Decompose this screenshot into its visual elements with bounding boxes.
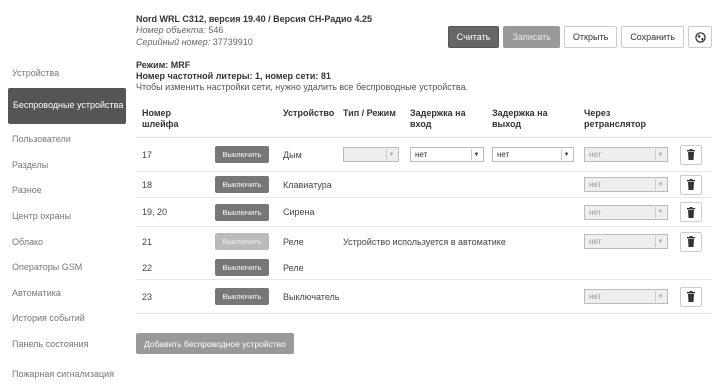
read-button[interactable]: Считать xyxy=(447,26,500,48)
sidebar-item-status-panel[interactable]: Панель состояния xyxy=(8,331,126,357)
network-mode-info: Режим: MRF Номер частотной литеры: 1, но… xyxy=(136,60,468,93)
trash-icon xyxy=(687,179,695,190)
open-button[interactable]: Открыть xyxy=(563,26,618,48)
col-device: Устройство xyxy=(283,108,335,118)
chevron-down-icon: ▼ xyxy=(471,149,481,160)
network-line: Номер частотной литеры: 1, номер сети: 8… xyxy=(136,71,331,81)
delete-button[interactable] xyxy=(680,231,702,252)
mode-line: Режим: MRF xyxy=(136,60,191,70)
table-row: 22 Выключить Реле xyxy=(136,256,712,280)
object-number-label: Номер объекта: xyxy=(136,25,206,35)
sidebar: Устройства Беспроводные устройства Польз… xyxy=(8,60,126,387)
col-type: Тип / Режим xyxy=(343,108,396,118)
disable-button[interactable]: Выключить xyxy=(215,146,269,163)
table-row: 23 Выключить Выключатель нет ▼ xyxy=(136,280,712,314)
delete-button[interactable] xyxy=(680,202,702,222)
trash-icon xyxy=(687,236,695,247)
serial-number-label: Серийный номер: xyxy=(136,37,211,47)
chevron-down-icon: ▼ xyxy=(655,149,665,160)
repeater-select[interactable]: нет ▼ xyxy=(584,204,668,220)
trash-icon xyxy=(687,206,695,218)
add-wireless-device-button[interactable]: Добавить беспроводное устройство xyxy=(136,333,294,354)
object-number-value: 546 xyxy=(208,25,224,35)
sidebar-item-wireless-devices[interactable]: Беспроводные устройства xyxy=(8,87,126,124)
table-row: 17 Выключить Дым ▼ нет ▼ нет ▼ нет ▼ xyxy=(136,138,712,172)
device-name: Выключатель xyxy=(283,291,340,302)
sidebar-item-misc[interactable]: Разное xyxy=(8,178,126,204)
chevron-down-icon: ▼ xyxy=(655,179,665,190)
sidebar-item-users[interactable]: Пользователи xyxy=(8,127,126,153)
chevron-down-icon: ▼ xyxy=(655,291,665,302)
loop-number: 18 xyxy=(142,179,153,190)
chevron-down-icon: ▼ xyxy=(386,149,396,160)
sidebar-item-devices[interactable]: Устройства xyxy=(8,60,126,86)
automation-note: Устройство используется в автоматике xyxy=(343,236,506,247)
sidebar-item-event-history[interactable]: История событий xyxy=(8,306,126,332)
table-row: 21 Выключить Реле Устройство используетс… xyxy=(136,227,712,256)
device-name: Реле xyxy=(283,262,304,273)
loop-number: 17 xyxy=(142,149,153,160)
delete-button[interactable] xyxy=(680,174,702,195)
write-button[interactable]: Записать xyxy=(503,26,560,48)
col-delay-in: Задержка на вход xyxy=(410,108,466,129)
repeater-select[interactable]: нет ▼ xyxy=(584,289,668,304)
delete-button[interactable] xyxy=(680,144,702,165)
network-hint: Чтобы изменить настройки сети, нужно уда… xyxy=(136,82,469,92)
col-delay-out: Задержка на выход xyxy=(492,108,548,129)
device-name: Дым xyxy=(283,149,302,160)
sidebar-item-monitoring-center[interactable]: Центр охраны xyxy=(8,203,126,229)
repeater-select[interactable]: нет ▼ xyxy=(584,147,668,162)
disable-button[interactable]: Выключить xyxy=(215,288,269,305)
globe-button[interactable] xyxy=(688,26,712,48)
object-number: Номер объекта: 546 xyxy=(136,24,372,36)
trash-icon xyxy=(687,291,695,302)
serial-number: Серийный номер: 37739910 xyxy=(136,36,372,48)
device-name: Клавиатура xyxy=(283,179,332,190)
table-row: 19, 20 Выключить Сирена нет ▼ xyxy=(136,198,712,227)
delay-in-select[interactable]: нет ▼ xyxy=(410,147,484,162)
toolbar: Считать Записать Открыть Сохранить xyxy=(447,26,712,48)
disable-button[interactable]: Выключить xyxy=(215,233,269,250)
chevron-down-icon: ▼ xyxy=(655,236,665,247)
type-select[interactable]: ▼ xyxy=(343,147,399,162)
chevron-down-icon: ▼ xyxy=(655,206,665,218)
delay-out-select[interactable]: нет ▼ xyxy=(492,147,574,162)
chevron-down-icon: ▼ xyxy=(561,149,571,160)
disable-button[interactable]: Выключить xyxy=(215,176,269,193)
loop-number: 21 xyxy=(142,236,153,247)
device-name: Реле xyxy=(283,236,304,247)
table-row: 18 Выключить Клавиатура нет ▼ xyxy=(136,172,712,198)
col-loop: Номер шлейфа xyxy=(142,108,179,129)
delete-button[interactable] xyxy=(680,286,702,307)
disable-button[interactable]: Выключить xyxy=(215,259,269,276)
sidebar-item-partitions[interactable]: Разделы xyxy=(8,152,126,178)
device-header: Nord WRL C312, версия 19.40 / Версия СН-… xyxy=(136,14,372,48)
sidebar-item-automation[interactable]: Автоматика xyxy=(8,280,126,306)
loop-number: 23 xyxy=(142,291,153,302)
globe-icon xyxy=(694,31,706,43)
disable-button[interactable]: Выключить xyxy=(215,203,269,221)
table-header: Номер шлейфа Устройство Тип / Режим Заде… xyxy=(136,104,712,138)
sidebar-item-gsm-operators[interactable]: Операторы GSM xyxy=(8,255,126,281)
sidebar-item-cloud[interactable]: Облако xyxy=(8,229,126,255)
loop-number: 22 xyxy=(142,262,153,273)
repeater-select[interactable]: нет ▼ xyxy=(584,177,668,192)
page-title: Nord WRL C312, версия 19.40 / Версия СН-… xyxy=(136,14,373,24)
device-name: Сирена xyxy=(283,207,315,217)
trash-icon xyxy=(687,149,695,160)
repeater-select[interactable]: нет ▼ xyxy=(584,234,668,249)
col-repeater: Через ретранслятор xyxy=(584,108,646,129)
wireless-devices-table: Номер шлейфа Устройство Тип / Режим Заде… xyxy=(136,104,712,314)
sidebar-item-fire-alarm[interactable]: Пожарная сигнализация xyxy=(8,357,126,387)
serial-number-value: 37739910 xyxy=(212,37,253,47)
loop-number: 19, 20 xyxy=(142,207,168,217)
save-button[interactable]: Сохранить xyxy=(621,26,684,48)
